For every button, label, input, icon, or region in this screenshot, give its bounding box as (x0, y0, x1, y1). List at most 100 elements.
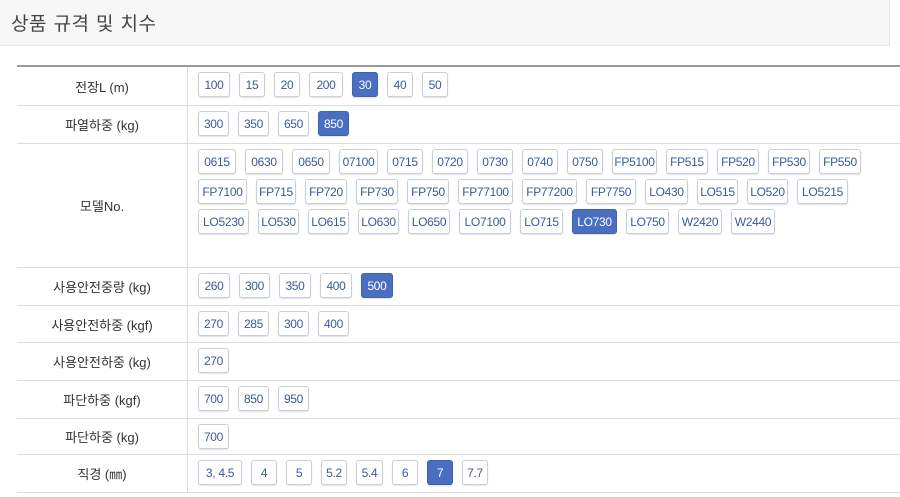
spec-row: 사용안전중량 (kg) 260 300 350 400 500 (17, 268, 900, 306)
spec-options: 100 15 20 200 30 40 50 (188, 67, 900, 105)
spec-row-label: 전장L (m) (17, 67, 188, 105)
spec-row-label: 파단하중 (kgf) (17, 381, 188, 418)
spec-row-label: 사용안전중량 (kg) (17, 268, 188, 305)
spec-option-button[interactable]: 0730 (477, 149, 513, 174)
spec-option-button[interactable]: FP520 (717, 149, 759, 174)
spec-option-button[interactable]: LO750 (626, 209, 669, 234)
spec-option-button[interactable]: 07100 (339, 149, 378, 174)
spec-option-button[interactable]: 650 (278, 111, 309, 136)
section-title: 상품 규격 및 치수 (11, 13, 157, 35)
spec-option-button[interactable]: 0715 (387, 149, 423, 174)
spec-option-button[interactable]: 270 (198, 311, 229, 336)
spec-option-button[interactable]: 300 (239, 273, 270, 298)
spec-row: 전장L (m) 100 15 20 200 30 40 50 (17, 67, 900, 106)
spec-row-label: 사용안전하중 (kg) (17, 343, 188, 380)
spec-option-button[interactable]: LO515 (697, 179, 738, 204)
spec-option-button[interactable]: FP77100 (458, 179, 513, 204)
spec-option-button[interactable]: 50 (422, 72, 448, 97)
spec-option-button[interactable]: FP7100 (198, 179, 247, 204)
spec-option-button[interactable]: FP5100 (612, 149, 657, 174)
spec-option-button[interactable]: LO5230 (198, 209, 249, 234)
spec-option-button[interactable]: LO715 (520, 209, 563, 234)
spec-option-button[interactable]: 7.7 (462, 460, 488, 485)
spec-options: 700 850 950 (188, 381, 900, 418)
spec-option-button[interactable]: 400 (320, 273, 352, 298)
spec-row: 파단하중 (kg) 700 (17, 419, 900, 455)
spec-option-button[interactable]: FP720 (305, 179, 347, 204)
spec-row: 파열하중 (kg) 300 350 650 850 (17, 106, 900, 144)
spec-option-button[interactable]: 100 (198, 72, 230, 97)
spec-option-button[interactable]: 300 (278, 311, 309, 336)
spec-option-button[interactable]: 4 (251, 460, 277, 485)
spec-option-button[interactable]: FP715 (256, 179, 296, 204)
spec-options: 300 350 650 850 (188, 106, 900, 143)
spec-option-button[interactable]: LO430 (645, 179, 688, 204)
spec-table: 전장L (m) 100 15 20 200 30 40 50 파열하중 (kg) 300 350 65… (17, 65, 900, 493)
spec-option-button[interactable]: 0650 (292, 149, 330, 174)
spec-option-button[interactable]: 0720 (432, 149, 468, 174)
spec-row-label: 파열하중 (kg) (17, 106, 188, 143)
spec-option-button[interactable]: LO615 (308, 209, 349, 234)
spec-option-button[interactable]: LO630 (358, 209, 399, 234)
spec-option-button[interactable]: 40 (387, 72, 413, 97)
spec-option-selected-button[interactable]: 500 (361, 273, 393, 298)
spec-option-button[interactable]: FP750 (407, 179, 449, 204)
spec-option-button[interactable]: 6 (392, 460, 418, 485)
spec-option-button[interactable]: 5.2 (321, 460, 347, 485)
spec-row: 모델No. 0615 0630 0650 07100 0715 0720 0730 0740 07… (17, 144, 900, 268)
spec-option-button[interactable]: 285 (238, 311, 269, 336)
spec-option-button[interactable]: LO7100 (459, 209, 511, 234)
spec-option-button[interactable]: FP7750 (586, 179, 636, 204)
spec-option-button[interactable]: 5 (286, 460, 312, 485)
spec-option-selected-button[interactable]: LO730 (572, 209, 617, 234)
spec-option-button[interactable]: 260 (198, 273, 230, 298)
spec-option-button[interactable]: 15 (239, 72, 265, 97)
spec-option-button[interactable]: LO530 (258, 209, 299, 234)
spec-row-label: 파단하중 (kg) (17, 419, 188, 454)
section-header: 상품 규격 및 치수 (0, 0, 890, 46)
spec-row: 직경 (㎜) 3, 4.5 4 5 5.2 5.4 6 7 7.7 (17, 455, 900, 493)
spec-options: 260 300 350 400 500 (188, 268, 900, 305)
spec-row-label: 모델No. (17, 144, 188, 267)
spec-options: 270 285 300 400 (188, 306, 900, 342)
spec-option-button[interactable]: 950 (278, 386, 309, 411)
spec-option-button[interactable]: FP515 (666, 149, 708, 174)
spec-option-button[interactable]: 20 (274, 72, 300, 97)
spec-option-button[interactable]: 0615 (198, 149, 236, 174)
spec-option-button[interactable]: 350 (279, 273, 311, 298)
spec-row-label: 사용안전하중 (kgf) (17, 306, 188, 342)
spec-option-button[interactable]: 850 (238, 386, 269, 411)
spec-option-button[interactable]: 270 (198, 348, 229, 373)
spec-option-button[interactable]: 700 (198, 386, 229, 411)
spec-option-button[interactable]: LO520 (747, 179, 788, 204)
spec-option-button[interactable]: FP550 (819, 149, 861, 174)
spec-option-button[interactable]: FP730 (356, 179, 398, 204)
spec-options: 270 (188, 343, 900, 380)
spec-option-selected-button[interactable]: 7 (427, 460, 453, 485)
spec-option-button[interactable]: FP530 (768, 149, 810, 174)
spec-option-button[interactable]: 300 (198, 111, 229, 136)
spec-option-button[interactable]: W2440 (731, 209, 775, 234)
spec-row: 사용안전하중 (kgf) 270 285 300 400 (17, 306, 900, 343)
spec-option-button[interactable]: LO650 (408, 209, 450, 234)
spec-option-selected-button[interactable]: 850 (318, 111, 349, 136)
spec-option-button[interactable]: 700 (198, 424, 229, 449)
spec-option-button[interactable]: 400 (318, 311, 349, 336)
spec-option-selected-button[interactable]: 30 (352, 72, 378, 97)
spec-option-button[interactable]: 200 (309, 72, 343, 97)
spec-option-button[interactable]: 350 (238, 111, 269, 136)
spec-option-button[interactable]: 3, 4.5 (198, 460, 242, 485)
spec-option-button[interactable]: FP77200 (522, 179, 577, 204)
spec-options: 0615 0630 0650 07100 0715 0720 0730 0740 0750 FP5… (188, 144, 900, 267)
spec-options: 3, 4.5 4 5 5.2 5.4 6 7 7.7 (188, 455, 900, 492)
spec-option-button[interactable]: W2420 (678, 209, 722, 234)
spec-option-button[interactable]: 5.4 (356, 460, 383, 485)
spec-row: 사용안전하중 (kg) 270 (17, 343, 900, 381)
spec-option-button[interactable]: LO5215 (797, 179, 848, 204)
spec-option-button[interactable]: 0740 (522, 149, 558, 174)
spec-row-label: 직경 (㎜) (17, 455, 188, 492)
spec-option-button[interactable]: 0750 (567, 149, 603, 174)
spec-option-button[interactable]: 0630 (245, 149, 283, 174)
spec-options: 700 (188, 419, 900, 454)
spec-row: 파단하중 (kgf) 700 850 950 (17, 381, 900, 419)
